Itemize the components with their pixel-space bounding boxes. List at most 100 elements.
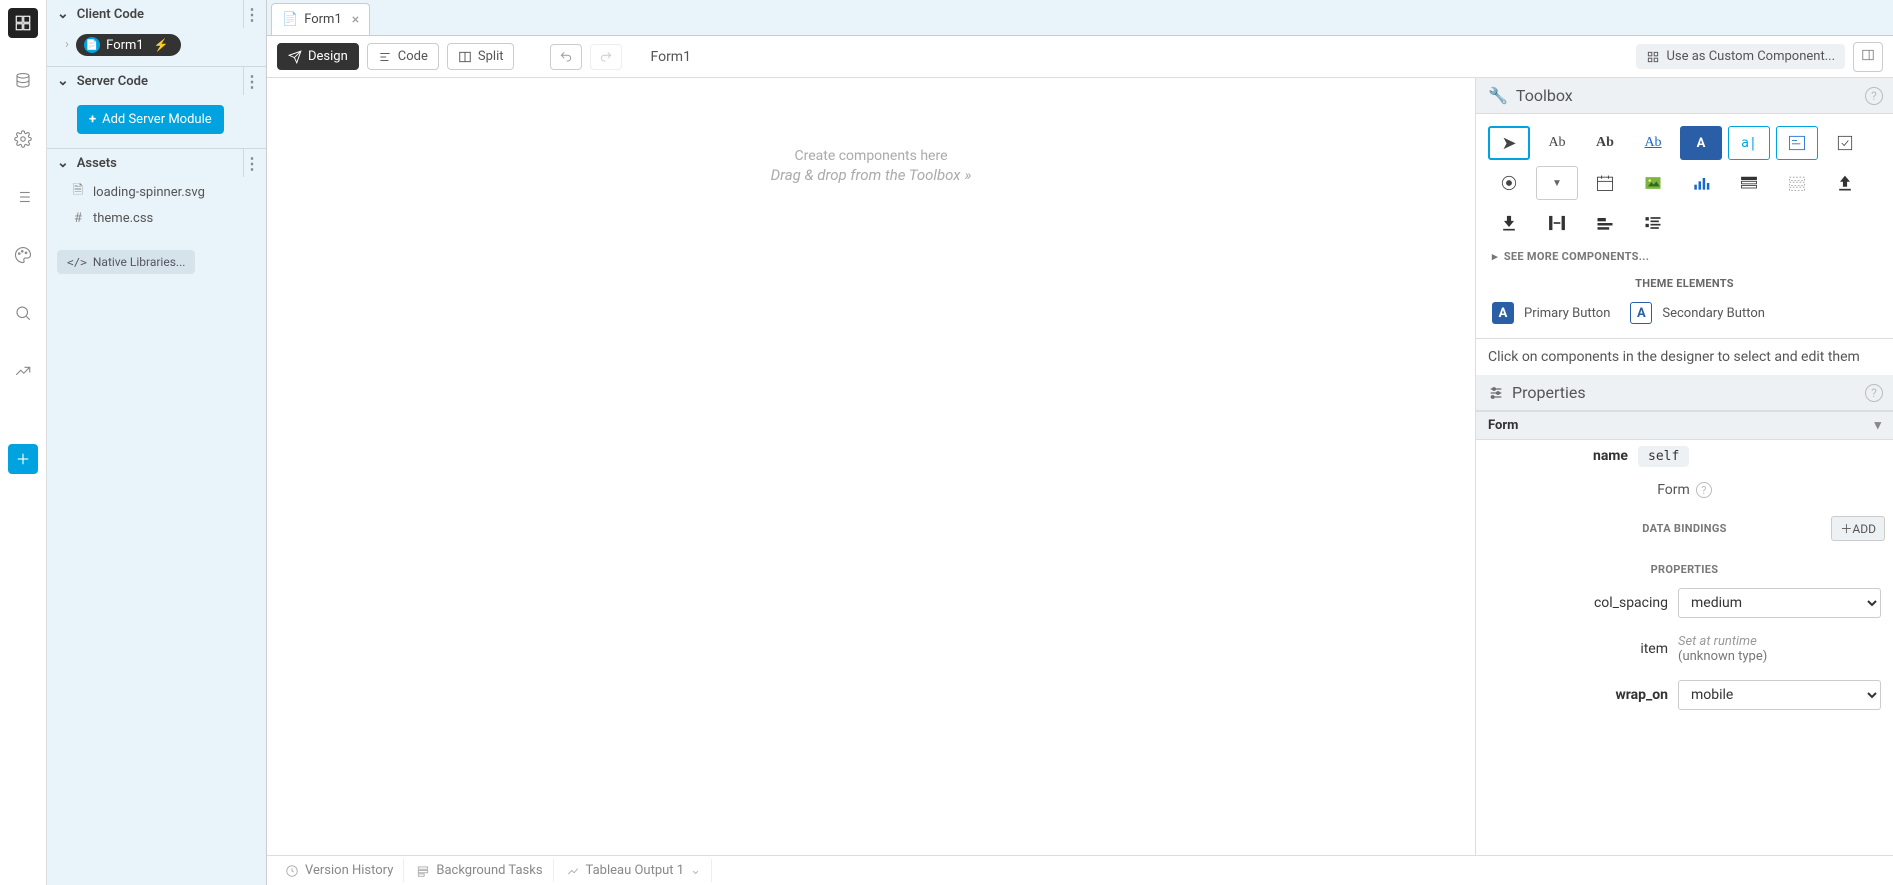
design-canvas[interactable]: Create components here Drag & drop from … [267, 78, 1475, 855]
prop-wrap-on-label: wrap_on [1488, 687, 1668, 703]
use-as-custom-component-button[interactable]: Use as Custom Component... [1636, 44, 1845, 69]
toolbox-richtext[interactable] [1632, 206, 1674, 240]
toolbox-plot[interactable] [1680, 166, 1722, 200]
assets-label: Assets [77, 156, 117, 171]
rail-chart-icon[interactable] [8, 356, 38, 386]
toolbox-image[interactable] [1632, 166, 1674, 200]
sliders-icon [1488, 385, 1504, 401]
asset-item[interactable]: # theme.css [47, 207, 266, 230]
primary-swatch-icon: A [1492, 302, 1514, 324]
code-icon: </> [67, 256, 87, 269]
status-version-history[interactable]: Version History [275, 859, 404, 882]
chevron-right-icon[interactable]: › [65, 37, 69, 52]
toggle-panel-button[interactable] [1853, 42, 1883, 72]
rail-search-icon[interactable] [8, 298, 38, 328]
add-server-module-button[interactable]: + Add Server Module [77, 105, 224, 134]
help-icon[interactable]: ? [1865, 384, 1883, 402]
rail-add-icon[interactable] [8, 444, 38, 474]
theme-secondary-button[interactable]: A Secondary Button [1630, 302, 1765, 324]
tab-label: Form1 [304, 12, 342, 27]
prop-name-label: name [1488, 448, 1628, 464]
chevron-down-icon: ⌄ [57, 6, 69, 22]
spacer-icon [1547, 213, 1567, 233]
rail-theme-icon[interactable] [8, 240, 38, 270]
toolbox-card[interactable] [1584, 206, 1626, 240]
close-icon[interactable]: × [352, 12, 359, 28]
split-button[interactable]: Split [447, 43, 515, 70]
chevron-down-icon[interactable]: ⌄ [690, 863, 701, 878]
properties-subheader: PROPERTIES [1476, 539, 1893, 580]
help-icon[interactable]: ? [1865, 87, 1883, 105]
plus-icon: + [89, 112, 96, 127]
client-code-label: Client Code [77, 7, 144, 22]
toolbox-header: 🔧 Toolbox ? [1476, 78, 1893, 114]
design-button[interactable]: Design [277, 43, 359, 70]
toolbox-link[interactable]: Ab [1632, 126, 1674, 160]
toolbox-title: Toolbox [1516, 86, 1573, 105]
textarea-icon [1787, 133, 1807, 153]
rail-settings-icon[interactable] [8, 124, 38, 154]
icon-rail [0, 0, 47, 885]
rail-database-icon[interactable] [8, 66, 38, 96]
toolbox-label[interactable]: Ab [1536, 126, 1578, 160]
caret-right-icon: ▸ [1492, 250, 1498, 263]
toolbox-dropdown[interactable]: ▼ [1536, 166, 1578, 200]
help-icon[interactable]: ? [1696, 482, 1712, 498]
toolbox-pointer[interactable]: ➤ [1488, 126, 1530, 160]
toolbox-label-bold[interactable]: Ab [1584, 126, 1626, 160]
server-code-menu-icon[interactable]: ⋮ [244, 72, 260, 91]
theme-primary-button[interactable]: A Primary Button [1492, 302, 1610, 324]
redo-icon [599, 50, 613, 64]
bar-chart-icon [1691, 173, 1711, 193]
prop-name-value[interactable]: self [1638, 446, 1689, 467]
card-icon [1595, 213, 1615, 233]
native-libraries-button[interactable]: </> Native Libraries... [57, 250, 195, 274]
radio-icon [1499, 173, 1519, 193]
toolbox-textbox[interactable]: a| [1728, 126, 1770, 160]
canvas-hint-1: Create components here [794, 148, 947, 164]
undo-button[interactable] [550, 44, 582, 70]
toolbox-checkbox[interactable] [1824, 126, 1866, 160]
toolbox-spacer[interactable] [1536, 206, 1578, 240]
status-tableau-output[interactable]: Tableau Output 1 ⌄ [556, 859, 712, 882]
rail-list-icon[interactable] [8, 182, 38, 212]
tab-form1[interactable]: 📄 Form1 × [271, 3, 370, 35]
grid-icon [1739, 173, 1759, 193]
toolbox-datepicker[interactable] [1584, 166, 1626, 200]
toolbox-radio[interactable] [1488, 166, 1530, 200]
code-label: Code [398, 49, 428, 64]
custom-component-label: Use as Custom Component... [1666, 49, 1835, 64]
calendar-icon [1595, 173, 1615, 193]
toolbox-datagrid[interactable] [1728, 166, 1770, 200]
code-button[interactable]: Code [367, 43, 439, 70]
hash-icon: # [71, 211, 85, 226]
toolbox-button[interactable]: A [1680, 126, 1722, 160]
asset-item-label: loading-spinner.svg [93, 185, 205, 200]
toolbox-repeating[interactable] [1776, 166, 1818, 200]
prop-col-spacing-select[interactable]: medium [1678, 588, 1881, 618]
form-node[interactable]: 📄 Form1 ⚡ [76, 34, 181, 56]
rows-icon [1787, 173, 1807, 193]
rail-app-icon[interactable] [8, 8, 38, 38]
redo-button[interactable] [590, 44, 622, 70]
sidebar: ⌄ Client Code ⋮ › 📄 Form1 ⚡ ⌄ Server Cod… [47, 0, 267, 885]
upload-icon [1835, 173, 1855, 193]
client-code-menu-icon[interactable]: ⋮ [244, 5, 260, 24]
prop-wrap-on-select[interactable]: mobile [1678, 680, 1881, 710]
client-code-header[interactable]: ⌄ Client Code ⋮ [47, 0, 266, 28]
toolbox-download[interactable] [1488, 206, 1530, 240]
server-code-header[interactable]: ⌄ Server Code ⋮ [47, 67, 266, 95]
design-label: Design [308, 49, 348, 64]
add-binding-button[interactable]: ＋ADD [1831, 516, 1885, 541]
toolbox-upload[interactable] [1824, 166, 1866, 200]
properties-section-form[interactable]: Form ▾ [1476, 411, 1893, 440]
asset-item[interactable]: 🗎 loading-spinner.svg [47, 177, 266, 207]
see-more-components[interactable]: ▸ SEE MORE COMPONENTS... [1476, 244, 1893, 273]
assets-header[interactable]: ⌄ Assets ⋮ [47, 149, 266, 177]
checkbox-icon [1835, 133, 1855, 153]
prop-item-label: item [1488, 641, 1668, 657]
status-background-tasks[interactable]: Background Tasks [406, 859, 553, 882]
toolbox-textarea[interactable] [1776, 126, 1818, 160]
image-icon [1643, 173, 1663, 193]
assets-menu-icon[interactable]: ⋮ [244, 154, 260, 173]
